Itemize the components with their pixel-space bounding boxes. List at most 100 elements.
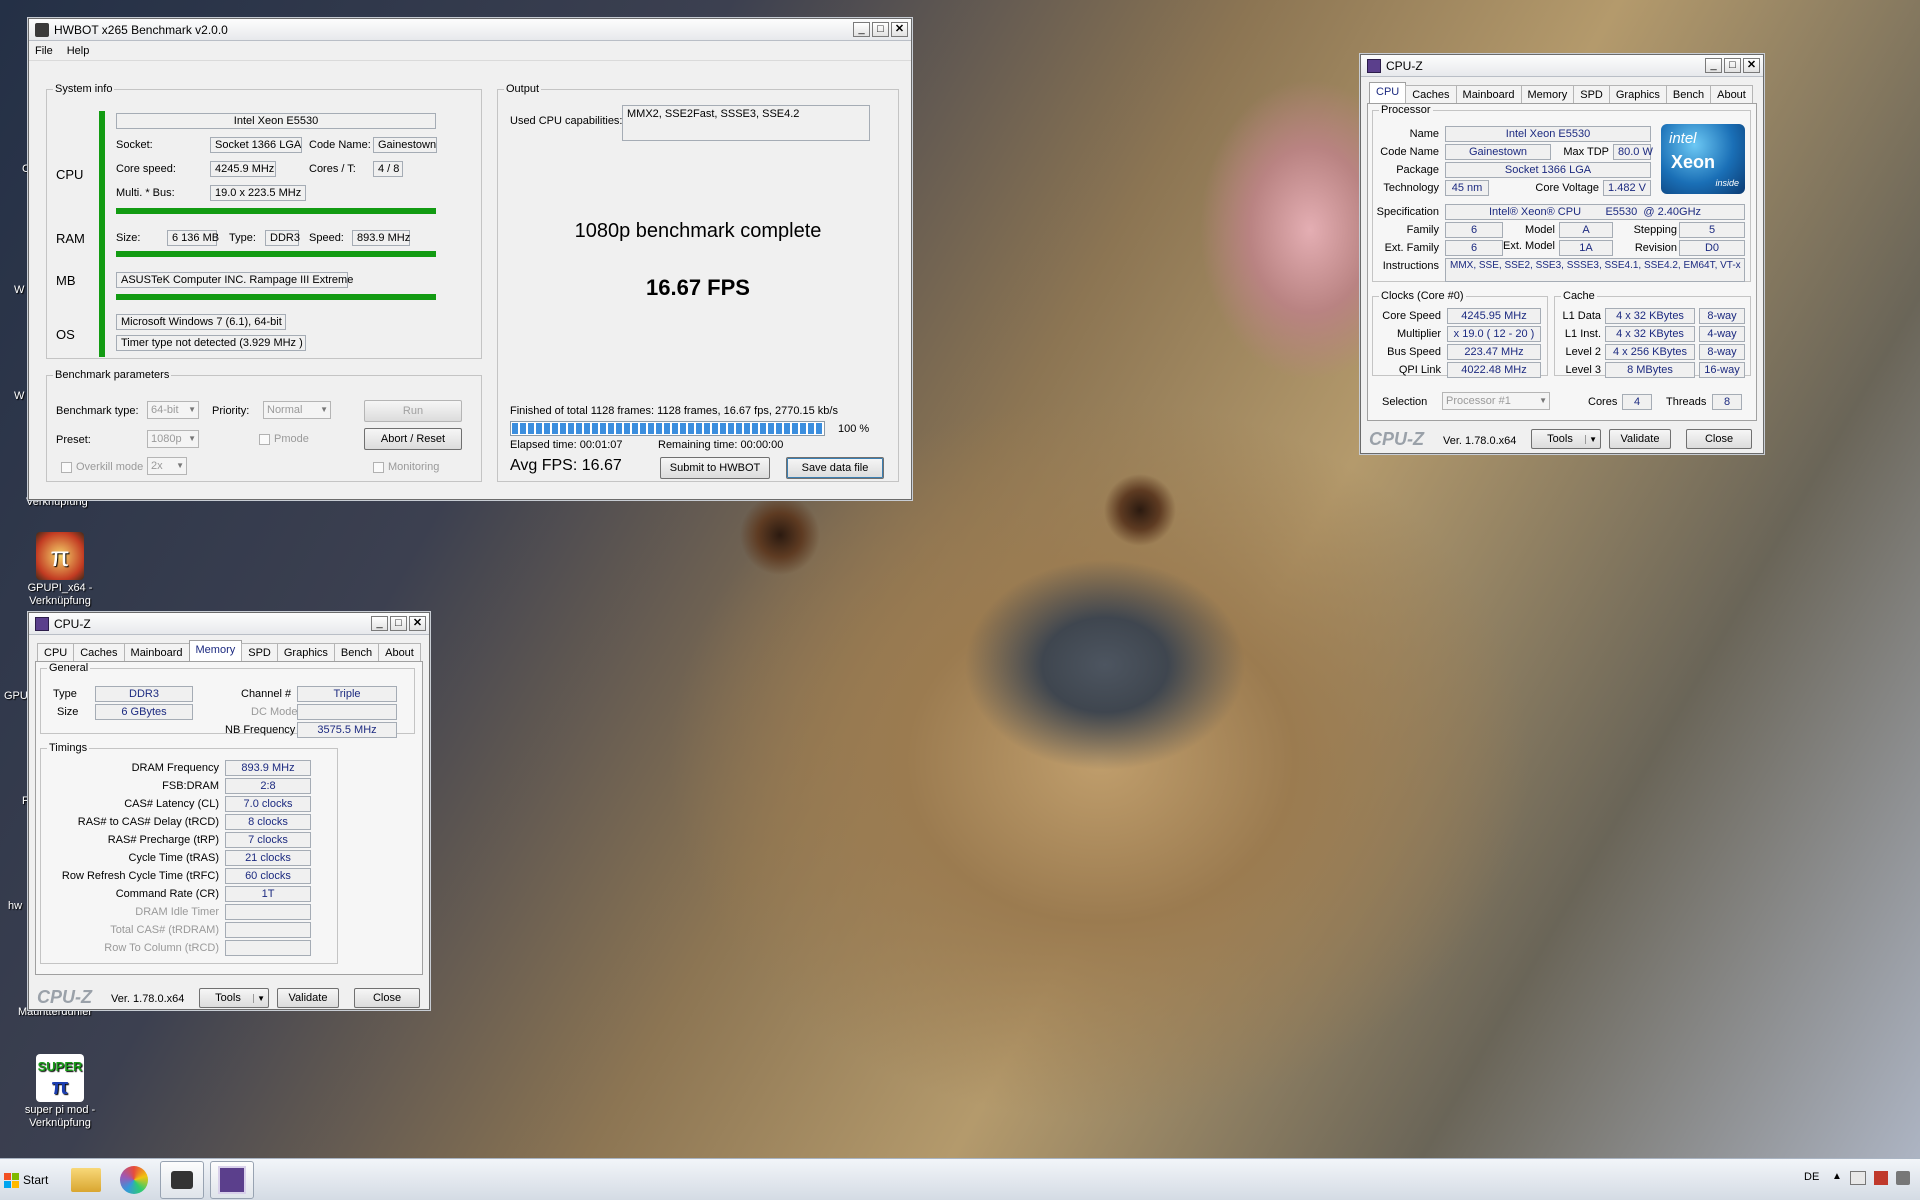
section-divider (116, 294, 436, 300)
taskbar-explorer[interactable] (64, 1161, 108, 1199)
desktop-label-fragment: W (14, 284, 25, 296)
timing-label: CAS# Latency (CL) (124, 798, 219, 810)
cache-way: 8-way (1699, 308, 1745, 324)
tab-memory[interactable]: Memory (1520, 85, 1575, 103)
tab-about[interactable]: About (1710, 85, 1753, 103)
taskbar-cpuz[interactable] (210, 1161, 254, 1199)
tab-caches[interactable]: Caches (1405, 85, 1457, 103)
submit-hwbot-button[interactable]: Submit to HWBOT (660, 457, 770, 479)
desktop-icon-superpi[interactable]: SUPER π super pi mod - Verknüpfung (17, 1054, 103, 1130)
section-mb: MB (56, 273, 76, 288)
tab-graphics[interactable]: Graphics (1608, 85, 1667, 103)
hwbot-icon (171, 1171, 193, 1189)
group-legend: Cache (1563, 290, 1595, 302)
btype-select[interactable]: 64-bit ▼ (147, 401, 199, 419)
save-data-button[interactable]: Save data file (786, 457, 884, 479)
tools-button[interactable]: Tools ▼ (1531, 429, 1601, 449)
timing-label: DRAM Frequency (131, 762, 219, 774)
timing-label: Cycle Time (tRAS) (128, 852, 219, 864)
run-button[interactable]: Run (364, 400, 462, 422)
cache-way: 8-way (1699, 344, 1745, 360)
tab-about[interactable]: About (378, 643, 421, 661)
language-indicator[interactable]: DE (1804, 1171, 1819, 1183)
timing-value: 893.9 MHz (225, 760, 311, 776)
tab-mainboard[interactable]: Mainboard (1455, 85, 1522, 103)
tab-spd[interactable]: SPD (241, 643, 278, 661)
voltage-label: Core Voltage (1535, 182, 1599, 194)
btype-label: Benchmark type: (56, 405, 139, 417)
tab-memory[interactable]: Memory (188, 640, 243, 661)
group-legend: System info (55, 83, 113, 95)
version-label: Ver. 1.78.0.x64 (1443, 435, 1517, 447)
cache-label: Level 3 (1565, 364, 1601, 376)
validate-button[interactable]: Validate (277, 988, 339, 1008)
multi-label: Multi. * Bus: (116, 187, 175, 199)
chevron-down-icon: ▼ (320, 405, 328, 414)
bus-label: Bus Speed (1387, 346, 1441, 358)
minimize-icon[interactable]: _ (1705, 58, 1722, 73)
close-button[interactable]: Close (354, 988, 420, 1008)
progress-fill (512, 423, 823, 434)
preset-label: Preset: (56, 434, 91, 446)
tray-network-icon[interactable] (1850, 1171, 1866, 1185)
preset-select[interactable]: 1080p ▼ (147, 430, 199, 448)
tab-caches[interactable]: Caches (73, 643, 125, 661)
tray-flag-icon[interactable] (1874, 1171, 1888, 1185)
size-label: Size (57, 706, 79, 718)
menu-file[interactable]: File (35, 45, 53, 57)
minimize-icon[interactable]: _ (853, 22, 870, 37)
taskbar-paint[interactable] (112, 1161, 156, 1199)
maximize-icon[interactable]: □ (1724, 58, 1741, 73)
desktop-icon-gpupi[interactable]: π GPUPI_x64 - Verknüpfung (17, 532, 103, 608)
priority-select[interactable]: Normal ▼ (263, 401, 331, 419)
processor-select[interactable]: Processor #1 ▼ (1442, 392, 1550, 410)
tray-expand-icon[interactable]: ▲ (1832, 1171, 1842, 1182)
codename-label: Code Name: (309, 139, 371, 151)
cpuz-titlebar[interactable]: CPU-Z _ □ ✕ (1361, 55, 1763, 77)
close-icon[interactable]: ✕ (891, 22, 908, 37)
menu-help[interactable]: Help (67, 45, 90, 57)
corespeed-label: Core Speed (1382, 310, 1441, 322)
tab-cpu[interactable]: CPU (37, 643, 75, 661)
tools-label: Tools (215, 992, 241, 1004)
tools-button[interactable]: Tools ▼ (199, 988, 269, 1008)
chevron-down-icon: ▼ (176, 461, 184, 470)
maximize-icon[interactable]: □ (872, 22, 889, 37)
hwbot-titlebar[interactable]: HWBOT x265 Benchmark v2.0.0 _ □ ✕ (29, 19, 911, 41)
abort-reset-button[interactable]: Abort / Reset (364, 428, 462, 450)
overkill-select[interactable]: 2x ▼ (147, 457, 187, 475)
cpuz-titlebar[interactable]: CPU-Z _ □ ✕ (29, 613, 429, 635)
overkill-checkbox[interactable]: Overkill mode (61, 461, 143, 473)
maximize-icon[interactable]: □ (390, 616, 407, 631)
checkbox-box (61, 461, 72, 473)
size-value: 6 136 MB (167, 230, 219, 246)
channel-label: Channel # (241, 688, 292, 700)
tab-spd[interactable]: SPD (1573, 85, 1610, 103)
timing-value: 60 clocks (225, 868, 311, 884)
tab-mainboard[interactable]: Mainboard (123, 643, 190, 661)
close-icon[interactable]: ✕ (409, 616, 426, 631)
validate-button[interactable]: Validate (1609, 429, 1671, 449)
tab-bench[interactable]: Bench (1665, 85, 1712, 103)
monitoring-checkbox[interactable]: Monitoring (373, 461, 439, 473)
tab-bench[interactable]: Bench (333, 643, 380, 661)
cache-size: 4 x 32 KBytes (1605, 326, 1695, 342)
tray-volume-icon[interactable] (1896, 1171, 1910, 1185)
instr-value: MMX, SSE, SSE2, SSE3, SSSE3, SSE4.1, SSE… (1445, 258, 1745, 282)
tab-graphics[interactable]: Graphics (276, 643, 335, 661)
cache-size: 4 x 256 KBytes (1605, 344, 1695, 360)
close-button[interactable]: Close (1686, 429, 1752, 449)
tab-cpu[interactable]: CPU (1369, 82, 1407, 103)
minimize-icon[interactable]: _ (371, 616, 388, 631)
pmode-checkbox[interactable]: Pmode (259, 433, 309, 445)
close-icon[interactable]: ✕ (1743, 58, 1760, 73)
cache-way: 16-way (1699, 362, 1745, 378)
extfamily-label: Ext. Family (1384, 242, 1439, 254)
taskbar-hwbot[interactable] (160, 1161, 204, 1199)
tdp-value: 80.0 W (1613, 144, 1653, 160)
extmodel-value: 1A (1559, 240, 1613, 256)
start-button[interactable]: Start (0, 1165, 52, 1195)
hwbot-app-icon (35, 22, 49, 37)
processor-select-value: Processor #1 (1446, 395, 1511, 407)
timing-value: 7.0 clocks (225, 796, 311, 812)
